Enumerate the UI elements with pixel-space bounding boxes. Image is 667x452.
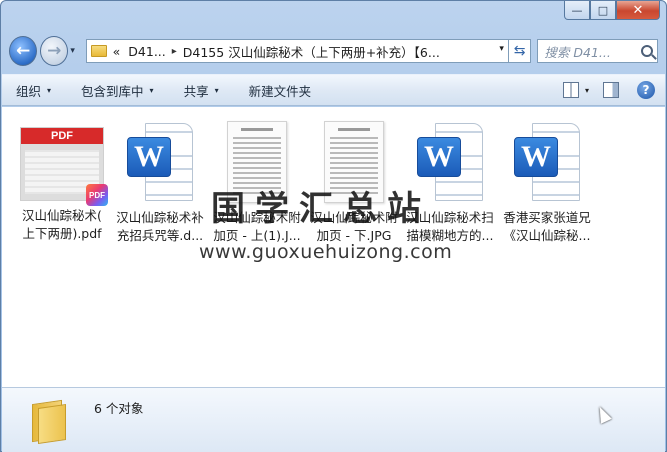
chevron-down-icon: ▾ xyxy=(214,85,219,95)
file-name: 汉山仙踪秘术( 上下两册).pdf xyxy=(12,207,112,243)
file-name-line2: 上下两册).pdf xyxy=(22,226,102,241)
file-name-line1: 香港买家张道兄 xyxy=(503,210,591,225)
new-folder-button[interactable]: 新建文件夹 xyxy=(249,81,312,100)
file-name-line2: 充招兵咒等.d... xyxy=(116,228,204,243)
file-name: 汉山仙踪秘术补 充招兵咒等.d... xyxy=(110,209,210,245)
view-options-dropdown[interactable]: ▾ xyxy=(585,86,589,95)
file-item-word[interactable]: W 香港买家张道兄 《汉山仙踪秘... xyxy=(497,117,597,245)
minimize-button[interactable]: — xyxy=(564,1,590,20)
chevron-down-icon: ▾ xyxy=(47,85,52,95)
address-row: ← → ▾ « D41... ▸ D4155 汉山仙踪秘术（上下两册+补充）【6… xyxy=(9,35,658,67)
preview-pane-icon[interactable] xyxy=(603,82,619,98)
details-pane: 6 个对象 xyxy=(2,387,665,452)
search-icon[interactable] xyxy=(640,45,653,57)
word-document-icon: W xyxy=(510,123,584,203)
share-menu[interactable]: 共享 ▾ xyxy=(184,81,219,100)
forward-button[interactable]: → xyxy=(40,36,69,66)
back-button[interactable]: ← xyxy=(9,36,38,66)
close-button[interactable]: ✕ xyxy=(616,1,660,20)
include-in-library-label: 包含到库中 xyxy=(81,83,144,99)
organize-menu[interactable]: 组织 ▾ xyxy=(16,81,51,100)
word-logo: W xyxy=(514,137,558,177)
pdf-thumbnail: PDF PDF xyxy=(20,127,108,206)
refresh-button[interactable]: ⇆ xyxy=(508,39,532,63)
word-logo: W xyxy=(417,137,461,177)
file-name-line1: 汉山仙踪秘术( xyxy=(22,208,102,223)
file-name-line1: 汉山仙踪秘术补 xyxy=(116,210,204,225)
watermark-title: 国学汇总站 xyxy=(211,189,431,229)
word-logo: W xyxy=(127,137,171,177)
breadcrumb-item[interactable]: D41... xyxy=(128,44,165,59)
chevron-down-icon: ▾ xyxy=(149,85,154,95)
help-icon[interactable]: ? xyxy=(637,81,655,99)
explorer-window: — □ ✕ ← → ▾ « D41... ▸ D4155 汉山仙踪秘术（上下两册… xyxy=(0,0,667,452)
folder-icon xyxy=(90,45,107,57)
breadcrumb-separator[interactable]: ▸ xyxy=(172,46,177,57)
include-in-library-menu[interactable]: 包含到库中 ▾ xyxy=(81,81,154,100)
pdf-app-icon: PDF xyxy=(86,184,108,206)
share-label: 共享 xyxy=(183,83,209,99)
folder-icon xyxy=(28,398,70,444)
breadcrumb-item-current[interactable]: D4155 汉山仙踪秘术（上下两册+补充）【6... xyxy=(183,42,440,61)
file-item-word[interactable]: W 汉山仙踪秘术补 充招兵咒等.d... xyxy=(110,117,210,245)
search-placeholder: 搜索 D41... xyxy=(544,44,611,60)
file-item-pdf[interactable]: PDF PDF 汉山仙踪秘术( 上下两册).pdf xyxy=(12,117,112,243)
word-document-icon: W xyxy=(123,123,197,203)
recent-pages-dropdown[interactable]: ▾ xyxy=(70,46,81,56)
address-bar[interactable]: « D41... ▸ D4155 汉山仙踪秘术（上下两册+补充）【6... ▾ xyxy=(85,39,509,63)
organize-label: 组织 xyxy=(16,83,42,99)
toolbar-right: ▾ ? xyxy=(562,81,655,99)
mouse-cursor-icon xyxy=(594,404,612,424)
file-name: 香港买家张道兄 《汉山仙踪秘... xyxy=(497,209,597,245)
file-name-line2: 《汉山仙踪秘... xyxy=(503,228,591,243)
watermark-url: www.guoxuehuizong.com xyxy=(199,241,453,263)
maximize-button[interactable]: □ xyxy=(590,1,616,20)
new-folder-label: 新建文件夹 xyxy=(248,83,312,99)
change-view-icon[interactable] xyxy=(562,82,579,98)
pdf-banner: PDF xyxy=(21,128,103,144)
breadcrumb-overflow[interactable]: « xyxy=(113,44,121,59)
caption-buttons: — □ ✕ xyxy=(564,1,660,21)
address-dropdown[interactable]: ▾ xyxy=(499,44,504,54)
item-count: 6 个对象 xyxy=(94,401,144,416)
search-input[interactable]: 搜索 D41... xyxy=(537,39,658,63)
command-bar: 组织 ▾ 包含到库中 ▾ 共享 ▾ 新建文件夹 ▾ ? xyxy=(2,74,665,106)
